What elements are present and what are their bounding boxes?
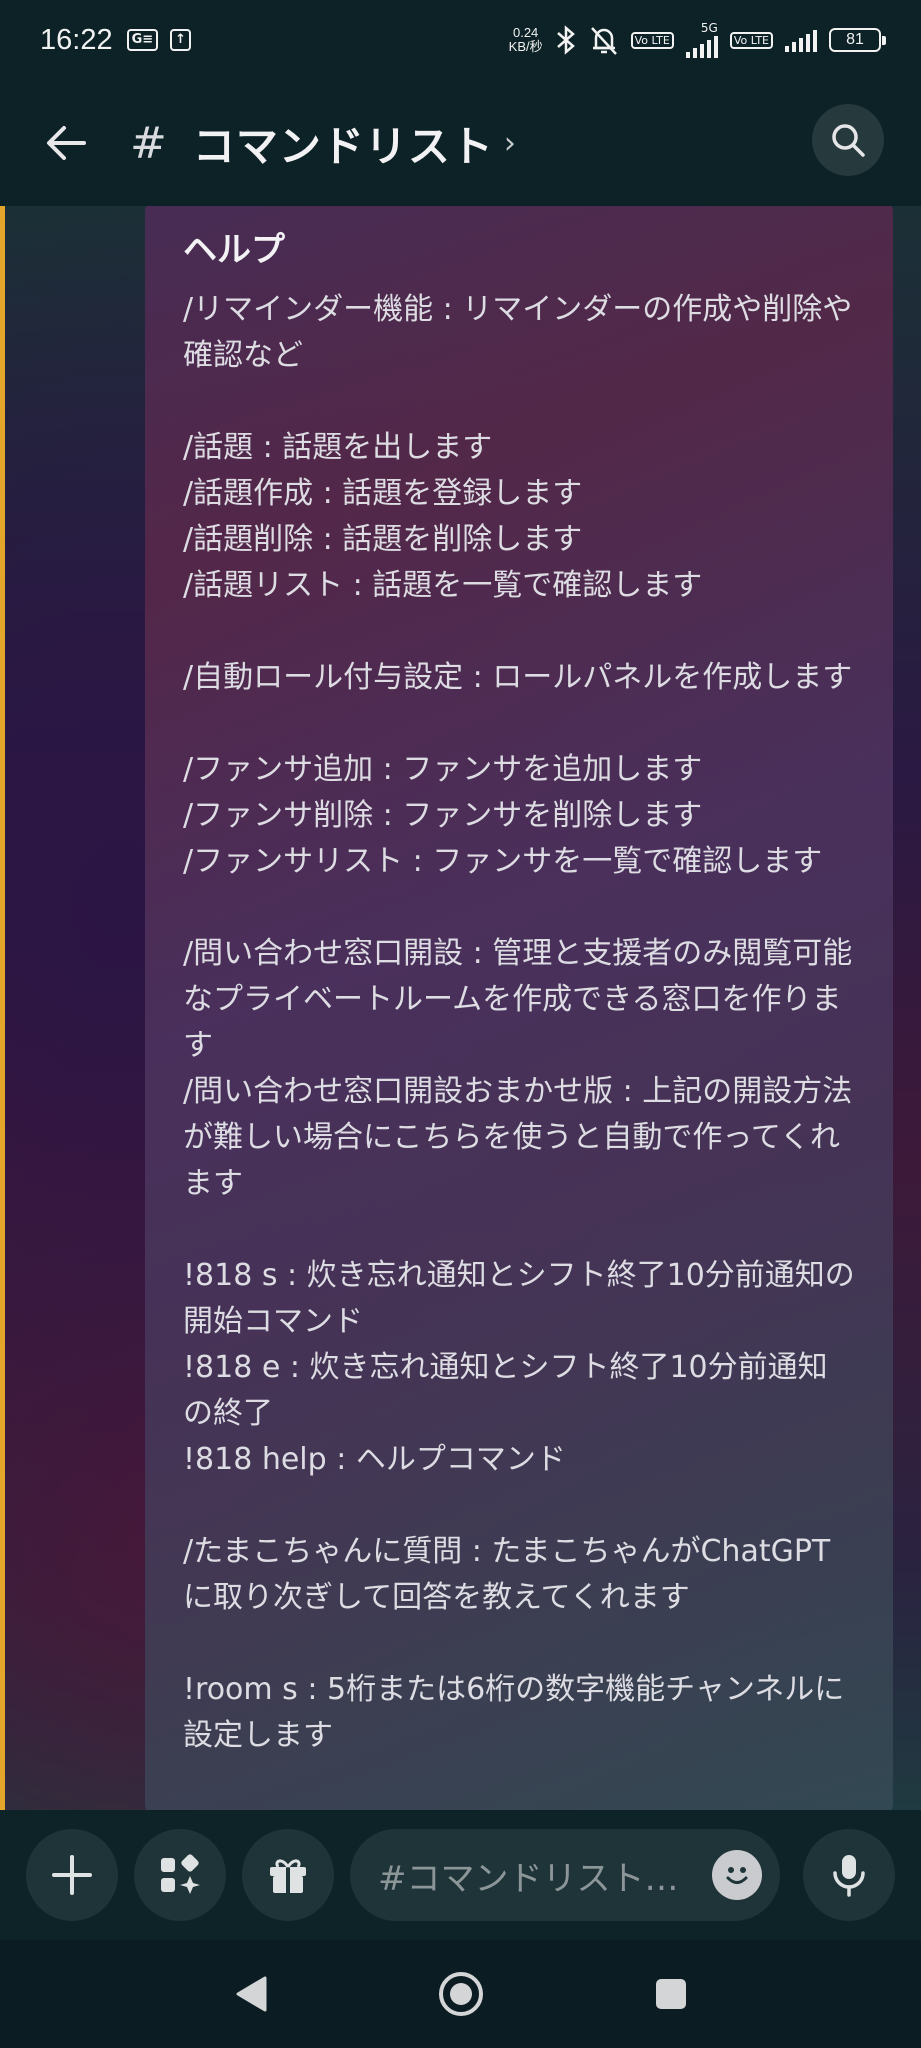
nav-recents-button[interactable] bbox=[641, 1964, 701, 2024]
command-line: !818 help : ヘルプコマンド bbox=[183, 1442, 566, 1477]
message-input[interactable]: #コマンドリスト… bbox=[350, 1829, 780, 1921]
mention-highlight-bar bbox=[0, 206, 5, 1810]
channel-header: # コマンドリスト › bbox=[0, 80, 921, 206]
message-area[interactable]: ヘルプ /リマインダー機能 : リマインダーの作成や削除や確認など/話題 : 話… bbox=[0, 206, 921, 1810]
command-line: !818 s : 炊き忘れ通知とシフト終了10分前通知の開始コマンド bbox=[183, 1258, 855, 1339]
command-line: /話題作成 : 話題を登録します bbox=[183, 476, 583, 511]
battery-icon: 81 bbox=[829, 28, 886, 52]
message-composer: #コマンドリスト… bbox=[0, 1810, 921, 1940]
command-line: !room s : 5桁または6桁の数字機能チャンネルに設定します bbox=[183, 1672, 845, 1753]
command-line: /ファンサ削除 : ファンサを削除します bbox=[183, 798, 703, 833]
signal-icon-1: 5G bbox=[685, 22, 718, 58]
bluetooth-icon bbox=[556, 25, 575, 55]
signal-icon-2 bbox=[785, 28, 817, 52]
circle-home-icon bbox=[438, 1972, 483, 2016]
smiley-icon bbox=[726, 1867, 748, 1884]
emoji-button[interactable] bbox=[712, 1850, 762, 1900]
command-line: /リマインダー機能 : リマインダーの作成や削除や確認など bbox=[183, 292, 853, 373]
notification-ge-icon: G≡ bbox=[126, 29, 159, 51]
hash-icon: # bbox=[130, 117, 167, 169]
status-time: 16:22 bbox=[40, 23, 113, 56]
command-line: /問い合わせ窓口開設 : 管理と支援者のみ閲覧可能なプライベートルームを作成でき… bbox=[183, 936, 853, 1063]
triangle-back-icon bbox=[236, 1976, 266, 2012]
square-recents-icon bbox=[655, 1979, 686, 2009]
volte-icon-2: Vo LTE bbox=[729, 31, 773, 49]
command-line: /話題削除 : 話題を削除します bbox=[183, 522, 583, 557]
command-line: /自動ロール付与設定 : ロールパネルを作成します bbox=[183, 660, 853, 695]
message-input-placeholder: #コマンドリスト… bbox=[378, 1858, 679, 1899]
microphone-icon bbox=[833, 1855, 865, 1897]
embed-title: ヘルプ bbox=[183, 230, 285, 270]
status-bar: 16:22 G≡ ↑ 0.24 KB/秒 Vo LTE 5G Vo LTE 81 bbox=[0, 0, 921, 80]
command-line: /問い合わせ窓口開設おまかせ版 : 上記の開設方法が難しい場合にこちらを使うと自… bbox=[183, 1074, 853, 1201]
command-line: /話題 : 話題を出します bbox=[183, 430, 493, 465]
arrow-left-icon bbox=[47, 126, 86, 160]
channel-title[interactable]: コマンドリスト bbox=[193, 113, 494, 174]
command-line: !818 e : 炊き忘れ通知とシフト終了10分前通知の終了 bbox=[183, 1350, 828, 1431]
back-button[interactable] bbox=[26, 103, 106, 183]
gift-button[interactable] bbox=[242, 1829, 334, 1921]
mute-bell-icon bbox=[590, 27, 617, 55]
volte-icon: Vo LTE bbox=[630, 31, 674, 49]
system-navigation-bar bbox=[0, 1940, 921, 2048]
add-attachment-button[interactable] bbox=[26, 1829, 118, 1921]
embed-body: /リマインダー機能 : リマインダーの作成や削除や確認など/話題 : 話題を出し… bbox=[183, 287, 855, 1759]
nav-back-button[interactable] bbox=[221, 1964, 281, 2024]
apps-icon bbox=[161, 1854, 200, 1894]
command-line: /たまこちゃんに質問 : たまこちゃんがChatGPTに取り次ぎして回答を教えて… bbox=[183, 1534, 831, 1615]
apps-button[interactable] bbox=[134, 1829, 226, 1921]
net-speed: 0.24 KB/秒 bbox=[508, 25, 543, 54]
voice-message-button[interactable] bbox=[803, 1829, 895, 1921]
command-line: /ファンサリスト : ファンサを一覧で確認します bbox=[183, 844, 823, 879]
search-button[interactable] bbox=[812, 104, 884, 176]
chevron-right-icon[interactable]: › bbox=[504, 126, 516, 161]
nav-home-button[interactable] bbox=[431, 1964, 491, 2024]
upload-icon: ↑ bbox=[170, 29, 192, 51]
help-embed: ヘルプ /リマインダー機能 : リマインダーの作成や削除や確認など/話題 : 話… bbox=[145, 206, 893, 1810]
command-line: /ファンサ追加 : ファンサを追加します bbox=[183, 752, 703, 787]
search-icon bbox=[832, 124, 865, 157]
gift-icon bbox=[270, 1859, 306, 1893]
command-line: /話題リスト : 話題を一覧で確認します bbox=[183, 568, 703, 603]
plus-icon bbox=[52, 1855, 92, 1895]
